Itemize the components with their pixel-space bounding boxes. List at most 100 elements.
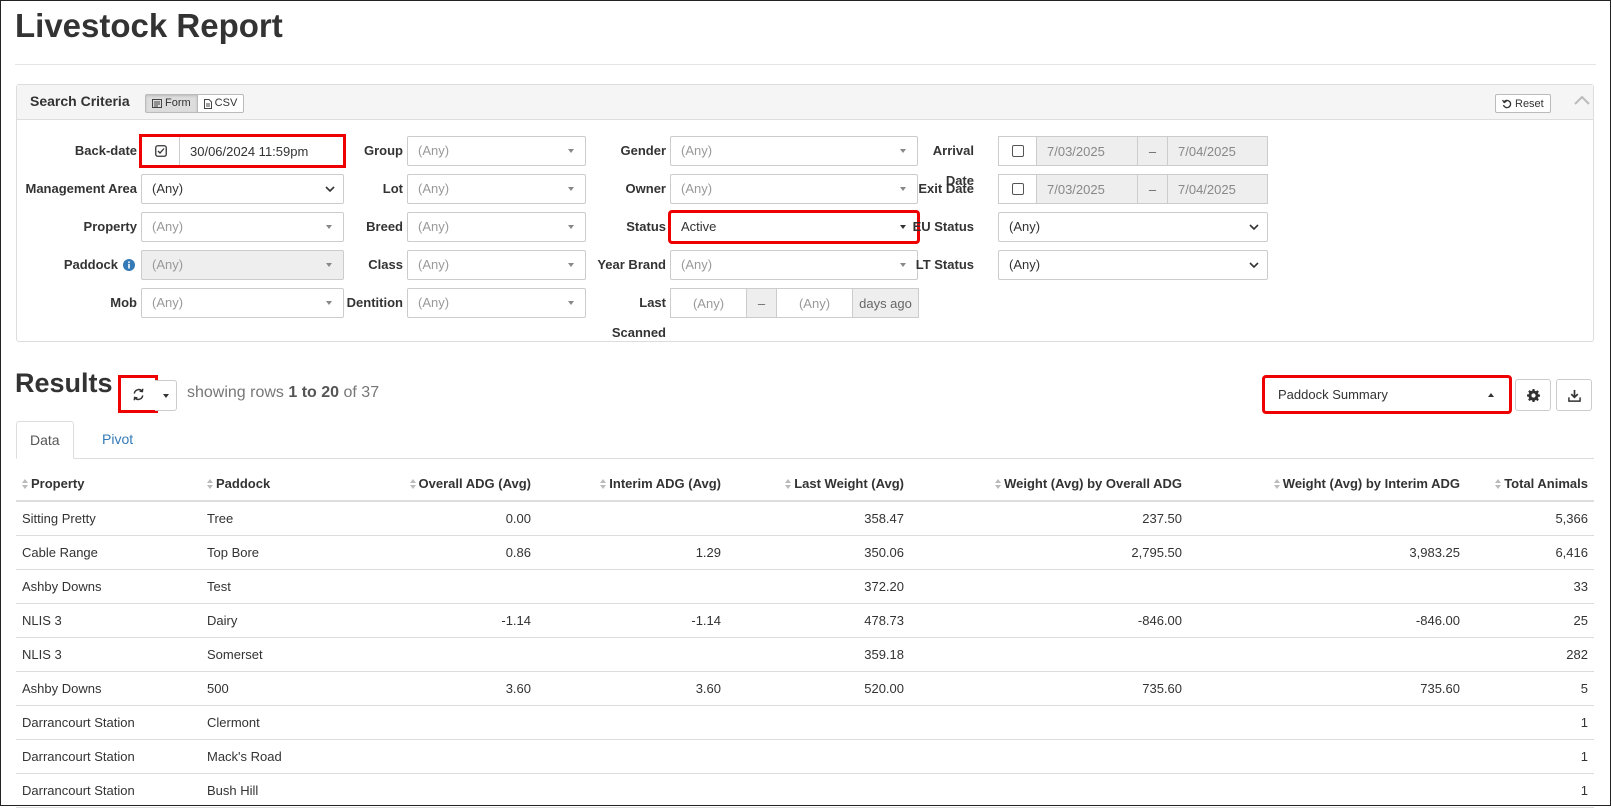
class-select[interactable]: (Any) — [407, 250, 586, 280]
table-cell: 0.86 — [346, 535, 537, 570]
arrival-date-from[interactable]: 7/03/2025 — [1037, 136, 1138, 166]
table-cell: 2,795.50 — [910, 535, 1188, 570]
breed-select[interactable]: (Any) — [407, 212, 586, 242]
results-title: Results — [15, 368, 113, 398]
arrival-date-checkbox[interactable] — [998, 136, 1037, 166]
table-cell: Somerset — [201, 637, 346, 672]
chevron-down-icon — [1249, 224, 1259, 231]
lot-select[interactable]: (Any) — [407, 174, 586, 204]
gear-icon — [1526, 388, 1540, 402]
table-row[interactable]: Ashby Downs Test 372.20 33 — [16, 569, 1594, 604]
table-row[interactable]: NLIS 3 Somerset 359.18 282 — [16, 637, 1594, 672]
eu-status-select[interactable]: (Any) — [998, 212, 1268, 242]
table-cell: 6,416 — [1466, 535, 1594, 570]
tab-pivot[interactable]: Pivot — [89, 421, 146, 459]
table-cell: 500 — [201, 671, 346, 706]
sort-icon — [207, 479, 214, 489]
backdate-checkbox[interactable] — [141, 136, 180, 166]
csv-mode-button[interactable]: CSV — [197, 94, 245, 113]
exit-date-range: 7/03/2025 – 7/04/2025 — [998, 174, 1268, 204]
paddock-select[interactable]: (Any) — [141, 250, 344, 280]
table-cell — [910, 739, 1188, 774]
refresh-icon — [133, 388, 143, 400]
column-header-label: Total Animals — [1504, 476, 1588, 491]
last-scanned-range: (Any) – (Any) days ago — [670, 288, 919, 318]
refresh-button[interactable] — [118, 375, 158, 413]
exit-date-to[interactable]: 7/04/2025 — [1168, 174, 1268, 204]
title-divider — [15, 64, 1596, 65]
form-icon — [152, 99, 162, 108]
table-cell: Ashby Downs — [16, 569, 201, 604]
column-header-last-weight[interactable]: Last Weight (Avg) — [727, 467, 910, 502]
column-header-total-animals[interactable]: Total Animals — [1466, 467, 1594, 502]
chevron-down-icon — [1249, 262, 1259, 269]
table-cell: 25 — [1466, 603, 1594, 638]
last-scanned-to[interactable]: (Any) — [777, 288, 853, 318]
search-criteria-header: Search Criteria Form CSV Reset — [17, 85, 1593, 120]
lt-status-label: LT Status — [915, 257, 974, 272]
column-header-interim-adg[interactable]: Interim ADG (Avg) — [537, 467, 727, 502]
table-row[interactable]: Darrancourt Station Bush Hill 1 — [16, 773, 1594, 808]
table-row[interactable]: Darrancourt Station Mack's Road 1 — [16, 739, 1594, 774]
backdate-label: Back-date — [74, 143, 137, 158]
table-cell — [1188, 569, 1466, 604]
exit-date-checkbox[interactable] — [998, 174, 1037, 204]
dentition-select[interactable]: (Any) — [407, 288, 586, 318]
status-select[interactable]: Active — [668, 210, 920, 244]
form-mode-button[interactable]: Form — [145, 94, 198, 113]
caret-down-icon — [568, 301, 574, 305]
info-icon[interactable] — [123, 259, 135, 271]
table-row[interactable]: Darrancourt Station Clermont 1 — [16, 705, 1594, 740]
table-cell: 3.60 — [346, 671, 537, 706]
table-cell — [537, 705, 727, 740]
status-value: Active — [681, 219, 717, 234]
table-cell: 282 — [1466, 637, 1594, 672]
table-row[interactable]: Sitting Pretty Tree 0.00 358.47 237.50 5,366 — [16, 501, 1594, 536]
tab-data[interactable]: Data — [16, 421, 74, 459]
last-scanned-from[interactable]: (Any) — [670, 288, 747, 318]
column-header-overall-adg[interactable]: Overall ADG (Avg) — [346, 467, 537, 502]
table-row[interactable]: Ashby Downs 500 3.60 3.60 520.00 735.60 735.60… — [16, 671, 1594, 706]
owner-select[interactable]: (Any) — [670, 174, 918, 204]
download-button[interactable] — [1556, 379, 1592, 411]
table-row[interactable]: NLIS 3 Dairy -1.14 -1.14 478.73 -846.00 -846.0… — [16, 603, 1594, 638]
column-header-weight-interim-adg[interactable]: Weight (Avg) by Interim ADG — [1188, 467, 1466, 502]
class-value: (Any) — [418, 257, 450, 272]
sort-icon — [785, 479, 792, 489]
lt-status-select[interactable]: (Any) — [998, 250, 1268, 280]
sort-icon — [995, 479, 1002, 489]
gender-select[interactable]: (Any) — [670, 136, 918, 166]
management-area-select[interactable]: (Any) — [141, 174, 344, 204]
days-ago-addon: days ago — [853, 288, 919, 318]
table-cell: Darrancourt Station — [16, 705, 201, 740]
column-header-label: Overall ADG (Avg) — [418, 476, 531, 491]
table-cell: 735.60 — [910, 671, 1188, 706]
report-type-select[interactable]: Paddock Summary — [1262, 375, 1512, 414]
mob-select[interactable]: (Any) — [141, 288, 344, 318]
table-cell: 1 — [1466, 773, 1594, 808]
table-row[interactable]: Cable Range Top Bore 0.86 1.29 350.06 2,795.5… — [16, 535, 1594, 570]
last-scanned-separator: – — [747, 288, 777, 318]
arrival-date-label: Arrival Date — [932, 143, 974, 188]
column-header-weight-overall-adg[interactable]: Weight (Avg) by Overall ADG — [910, 467, 1188, 502]
exit-date-from[interactable]: 7/03/2025 — [1037, 174, 1138, 204]
property-select[interactable]: (Any) — [141, 212, 344, 242]
reset-button[interactable]: Reset — [1495, 94, 1551, 113]
chevron-up-icon[interactable] — [1572, 91, 1592, 111]
table-cell — [537, 739, 727, 774]
management-area-label: Management Area — [25, 181, 138, 196]
breed-value: (Any) — [418, 219, 450, 234]
table-cell — [1188, 637, 1466, 672]
exit-date-label: Exit Date — [918, 181, 974, 196]
backdate-input[interactable]: 30/06/2024 11:59pm — [180, 136, 344, 166]
refresh-options-toggle[interactable] — [155, 380, 177, 411]
group-select[interactable]: (Any) — [407, 136, 586, 166]
settings-button[interactable] — [1515, 379, 1551, 411]
column-header-paddock[interactable]: Paddock — [201, 467, 346, 502]
sort-icon — [409, 479, 417, 489]
table-cell — [346, 739, 537, 774]
year-brand-select[interactable]: (Any) — [670, 250, 918, 280]
table-cell: 0.00 — [346, 501, 537, 536]
column-header-property[interactable]: Property — [16, 467, 201, 502]
arrival-date-to[interactable]: 7/04/2025 — [1168, 136, 1268, 166]
